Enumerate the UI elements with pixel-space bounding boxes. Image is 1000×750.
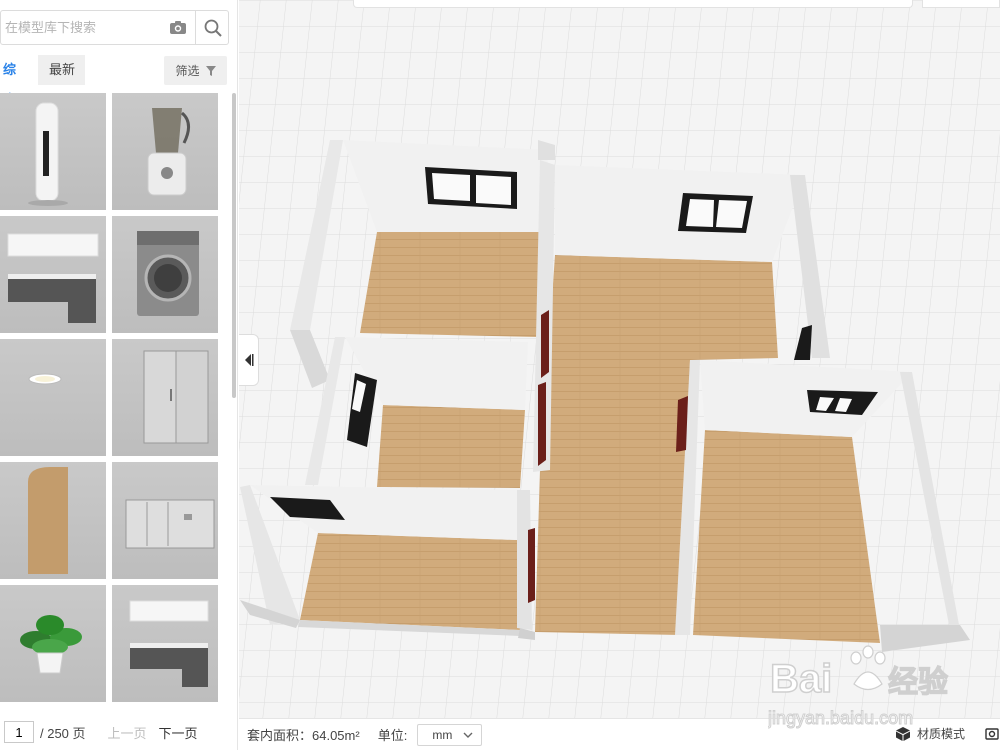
search-box [0, 10, 229, 45]
floor-plan-3d [239, 0, 1000, 718]
funnel-icon [205, 65, 216, 76]
blender-thumbnail [147, 108, 190, 196]
filter-button[interactable]: 筛选 [164, 56, 227, 85]
tab-comprehensive[interactable]: 综合 [0, 55, 38, 107]
page-number-input[interactable] [4, 721, 34, 743]
model-tile-shower-door[interactable] [112, 339, 218, 456]
top-toolbar-tab-right[interactable] [922, 0, 1000, 8]
top-toolbar-tab[interactable] [353, 0, 913, 8]
material-mode-button[interactable]: 材质模式 [895, 725, 965, 742]
cube-icon [896, 726, 910, 741]
unit-value: mm [432, 727, 453, 742]
camera-icon [170, 21, 186, 34]
prev-page-button[interactable]: 上一页 [108, 723, 147, 742]
page-total: / 250 页 [40, 725, 86, 741]
model-tile-wood-panel[interactable] [0, 462, 106, 579]
kitchen-cabinet-thumbnail [7, 233, 99, 323]
image-search-button[interactable] [162, 11, 194, 44]
tab-latest[interactable]: 最新 [38, 55, 85, 85]
material-mode-label: 材质模式 [917, 727, 966, 741]
kitchen-set-thumbnail [129, 600, 209, 687]
model-tile-potted-plant[interactable] [0, 585, 106, 702]
unit-label: 单位: [377, 728, 408, 743]
collapse-panel-button[interactable] [239, 334, 259, 386]
ceiling-light-thumbnail [28, 373, 62, 385]
screenshot-button[interactable] [985, 726, 999, 743]
collapse-arrow-icon [244, 354, 253, 366]
filter-label: 筛选 [175, 64, 200, 78]
floor-area-label: 套内面积：64.05m² [247, 728, 360, 743]
unit-select[interactable]: mm [417, 723, 483, 746]
model-tile-ceiling-light[interactable] [0, 339, 106, 456]
chevron-down-icon [463, 732, 473, 738]
potted-plant-thumbnail [20, 615, 82, 674]
3d-viewport[interactable] [239, 0, 1000, 718]
model-tile-blender[interactable] [112, 93, 218, 210]
next-page-button[interactable]: 下一页 [159, 723, 198, 742]
wood-panel-thumbnail [28, 467, 68, 574]
model-library-panel: 综合 最新 筛选 [0, 0, 238, 750]
search-icon [204, 19, 222, 37]
model-tile-air-conditioner[interactable] [0, 93, 106, 210]
search-button[interactable] [195, 11, 229, 44]
washing-machine-thumbnail [137, 231, 199, 316]
search-input[interactable] [5, 11, 155, 44]
model-tile-kitchen-set[interactable] [112, 585, 218, 702]
air-conditioner-thumbnail [28, 102, 68, 206]
library-scrollbar[interactable] [232, 93, 236, 398]
camera-icon [985, 728, 999, 740]
model-tile-wall-panel[interactable] [112, 462, 218, 579]
wall-panel-thumbnail [125, 499, 215, 549]
library-tabs: 综合 最新 [0, 55, 85, 107]
status-bar: 套内面积：64.05m² 单位: mm 材质模式 [239, 718, 1000, 750]
shower-door-thumbnail [143, 350, 209, 444]
pagination: / 250 页 上一页 下一页 [0, 718, 238, 746]
model-tile-kitchen-cabinet[interactable] [0, 216, 106, 333]
model-tile-washing-machine[interactable] [112, 216, 218, 333]
